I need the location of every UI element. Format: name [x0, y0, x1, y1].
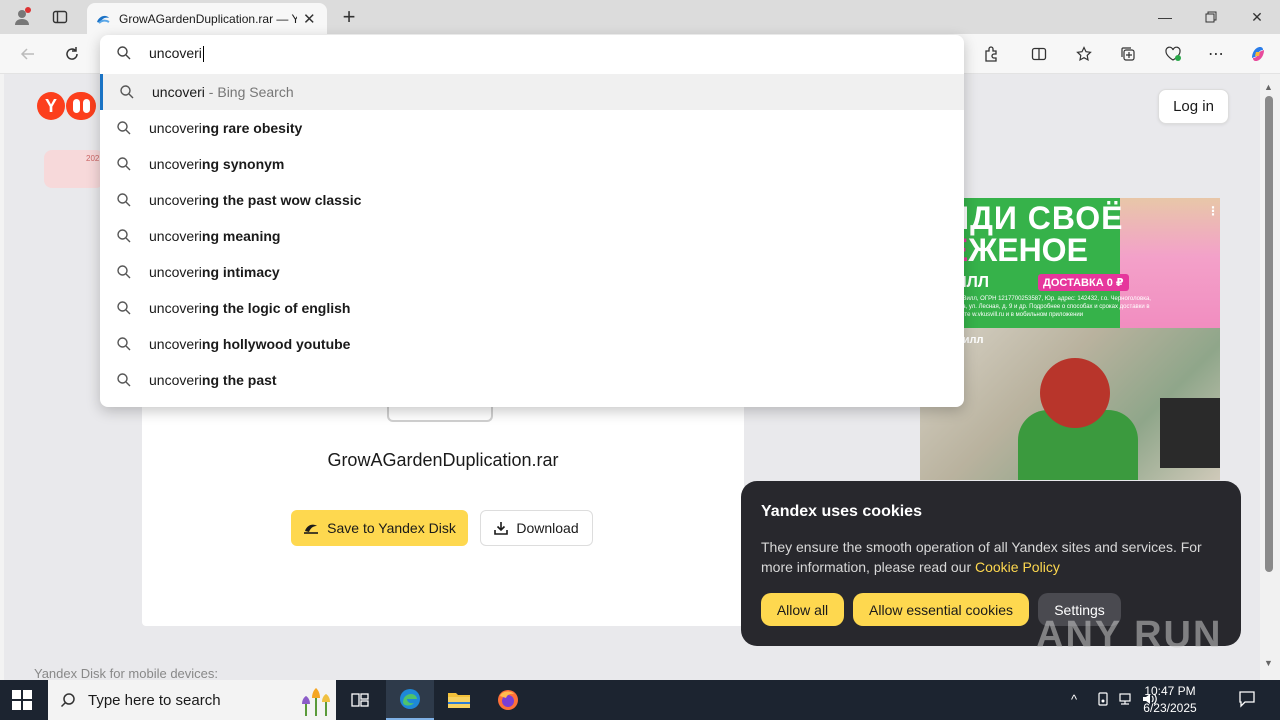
- taskbar-search-box[interactable]: Type here to search: [48, 680, 336, 720]
- search-icon: [117, 121, 131, 135]
- windows-start-icon[interactable]: [12, 690, 32, 710]
- close-window-icon[interactable]: ✕: [1234, 0, 1280, 34]
- address-input-value[interactable]: uncoveri: [149, 45, 202, 61]
- browser-titlebar: GrowAGardenDuplication.rar — Y ✕ + — ✕: [0, 0, 1280, 34]
- suggestion-item[interactable]: uncovering hollywood youtube: [100, 326, 964, 362]
- yandex-disk-favicon-icon: [97, 15, 110, 24]
- scroll-thumb[interactable]: [1265, 96, 1273, 572]
- cookie-title: Yandex uses cookies: [761, 503, 922, 520]
- taskbar-search-icon: [60, 693, 75, 708]
- browser-tab[interactable]: GrowAGardenDuplication.rar — Y ✕: [87, 3, 327, 34]
- scroll-down-icon[interactable]: ▼: [1264, 658, 1273, 668]
- suggestion-label: uncovering rare obesity: [149, 120, 303, 136]
- address-input: uncoveri: [149, 45, 204, 63]
- taskbar-search-placeholder: Type here to search: [88, 692, 221, 709]
- login-button[interactable]: Log in: [1158, 89, 1229, 124]
- new-tab-button[interactable]: +: [336, 4, 362, 30]
- refresh-icon[interactable]: [59, 42, 85, 66]
- notifications-icon[interactable]: [1238, 690, 1256, 711]
- mobile-apps-text: Yandex Disk for mobile devices:: [34, 666, 219, 681]
- file-card: GrowAGardenDuplication.rar Save to Yande…: [142, 394, 744, 626]
- suggestion-label: uncovering synonym: [149, 156, 285, 172]
- save-to-disk-button[interactable]: Save to Yandex Disk: [291, 510, 468, 546]
- suggestion-item[interactable]: uncoveri - Bing Search: [100, 74, 964, 110]
- taskbar-clock[interactable]: 10:47 PM 6/23/2025: [1130, 683, 1210, 717]
- suggestion-item[interactable]: uncovering synonym: [100, 146, 964, 182]
- suggestion-item[interactable]: uncovering meaning: [100, 218, 964, 254]
- tab-actions-icon[interactable]: [46, 4, 74, 30]
- calendar-promo-thumbnail[interactable]: 202: [44, 150, 104, 188]
- edge-taskbar-icon[interactable]: [386, 680, 434, 720]
- download-icon: [494, 522, 509, 535]
- suggestion-item[interactable]: uncovering the past wow classic: [100, 182, 964, 218]
- tulip-flowers-icon: [302, 688, 330, 716]
- restore-icon[interactable]: [1188, 0, 1234, 34]
- search-icon: [117, 46, 131, 60]
- back-icon[interactable]: [15, 42, 41, 66]
- anyrun-watermark: ANY RUN: [1036, 614, 1223, 656]
- search-icon: [117, 229, 131, 243]
- cookie-text: They ensure the smooth operation of all …: [761, 539, 1202, 575]
- profile-icon[interactable]: [8, 4, 36, 30]
- suggestion-item[interactable]: uncovering rare obesity: [100, 110, 964, 146]
- copilot-icon[interactable]: [1245, 42, 1271, 66]
- search-icon: [117, 301, 131, 315]
- search-icon: [117, 373, 131, 387]
- search-icon: [120, 85, 134, 99]
- suggestion-item[interactable]: uncovering intimacy: [100, 254, 964, 290]
- suggestion-label: uncovering the past wow classic: [149, 192, 362, 208]
- search-icon: [117, 193, 131, 207]
- ad-banner-bottom[interactable]: вилл: [920, 328, 1220, 480]
- clock-date: 6/23/2025: [1143, 701, 1197, 715]
- ad-delivery-badge: ДОСТАВКА 0 ₽: [1038, 274, 1129, 291]
- download-label: Download: [516, 520, 579, 536]
- extensions-icon[interactable]: [978, 42, 1004, 66]
- suggestion-label: uncoveri - Bing Search: [152, 84, 294, 100]
- suggestion-label: uncovering the logic of english: [149, 300, 351, 316]
- yandex-disk-logo-icon[interactable]: [66, 92, 96, 120]
- disk-icon: [304, 524, 319, 534]
- allow-all-button[interactable]: Allow all: [761, 593, 844, 626]
- split-screen-icon[interactable]: [1026, 42, 1052, 66]
- suggestion-label: uncovering meaning: [149, 228, 281, 244]
- windows-taskbar: Type here to search ^ 10:47 PM 6/23/2025: [0, 680, 1280, 720]
- clock-time: 10:47 PM: [1144, 684, 1196, 698]
- more-menu-icon[interactable]: ⋯: [1203, 42, 1229, 66]
- tray-device-icon[interactable]: [1096, 692, 1110, 709]
- search-icon: [117, 337, 131, 351]
- suggestion-label: uncovering intimacy: [149, 264, 280, 280]
- browser-essentials-icon[interactable]: [1160, 42, 1186, 66]
- address-bar[interactable]: uncoveri: [100, 35, 964, 73]
- firefox-icon[interactable]: [484, 680, 532, 720]
- file-name: GrowAGardenDuplication.rar: [327, 450, 559, 470]
- cookie-policy-link[interactable]: Cookie Policy: [975, 559, 1060, 575]
- search-icon: [117, 265, 131, 279]
- task-view-icon[interactable]: [336, 680, 384, 720]
- omnibox-dropdown: uncoveri uncoveri - Bing Search uncoverin…: [100, 35, 964, 407]
- download-button[interactable]: Download: [480, 510, 593, 546]
- tab-title: GrowAGardenDuplication.rar — Y: [119, 11, 297, 26]
- suggestion-item[interactable]: uncovering the logic of english: [100, 290, 964, 326]
- ad-banner-top[interactable]: АЙДИ СВОЁ ОЁЖЕНОЕ УСВИЛЛ ДОСТАВКА 0 ₽ ла…: [920, 198, 1220, 328]
- ad-options-icon[interactable]: ⋮: [1207, 204, 1219, 218]
- suggestion-label: uncovering the past: [149, 372, 277, 388]
- file-explorer-icon[interactable]: [435, 680, 483, 720]
- suggestion-item[interactable]: uncovering the past: [100, 362, 964, 398]
- scroll-up-icon[interactable]: ▲: [1264, 82, 1273, 92]
- favorites-icon[interactable]: [1071, 42, 1097, 66]
- tray-overflow-icon[interactable]: ^: [1071, 692, 1077, 707]
- tab-close-icon[interactable]: ✕: [303, 10, 316, 28]
- yandex-logo-icon[interactable]: Y: [37, 92, 65, 120]
- search-icon: [117, 157, 131, 171]
- suggestion-label: uncovering hollywood youtube: [149, 336, 351, 352]
- collections-icon[interactable]: [1115, 42, 1141, 66]
- save-label: Save to Yandex Disk: [327, 520, 456, 536]
- page-scrollbar[interactable]: ▲ ▼: [1260, 74, 1280, 682]
- ad-monitor-image: [1160, 398, 1220, 468]
- allow-essential-button[interactable]: Allow essential cookies: [853, 593, 1029, 626]
- ad-person-hair-image: [1040, 358, 1110, 428]
- minimize-icon[interactable]: —: [1142, 0, 1188, 34]
